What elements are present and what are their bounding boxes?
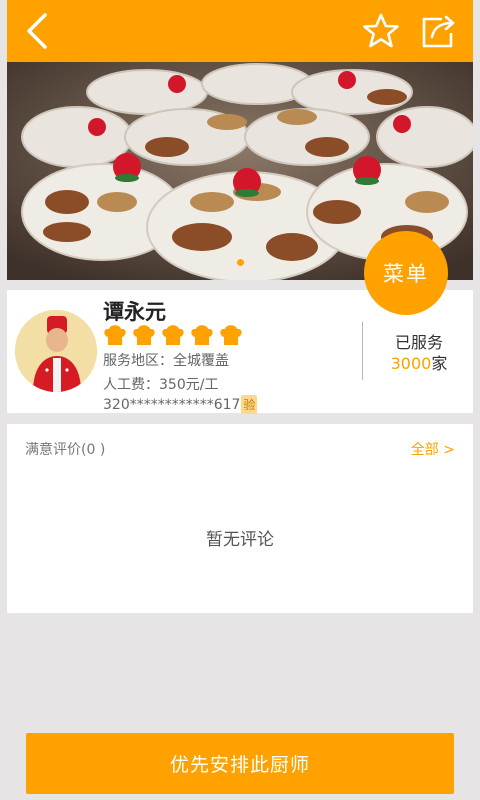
favorite-button[interactable] <box>357 0 405 62</box>
service-area: 服务地区：全城覆盖 <box>103 350 229 370</box>
back-button[interactable] <box>15 0 59 62</box>
chef-hat-icon <box>104 325 126 345</box>
share-icon <box>422 15 455 48</box>
chef-name: 谭永元 <box>103 300 166 324</box>
top-bar <box>7 0 473 62</box>
chef-hat-icon <box>162 325 184 345</box>
star-outline-icon <box>363 13 399 48</box>
chef-avatar[interactable] <box>15 310 97 392</box>
labor-fee-label: 人工费： <box>103 377 159 393</box>
labor-fee: 人工费：350元/工 <box>103 374 218 394</box>
carousel-dot-active <box>236 259 244 266</box>
reviews-header: 满意评价(0 ) 全部 > <box>7 424 473 459</box>
all-reviews-link[interactable]: 全部 > <box>411 439 455 459</box>
share-button[interactable] <box>413 0 465 62</box>
menu-button[interactable]: 菜单 <box>364 231 448 315</box>
verified-badge: 验 <box>241 395 258 414</box>
chef-rating <box>103 324 243 346</box>
divider <box>362 322 363 380</box>
empty-reviews-text: 暂无评论 <box>206 530 274 550</box>
menu-button-label: 菜单 <box>383 262 429 286</box>
id-number: 320************617 验 <box>103 395 258 414</box>
chef-portrait-photo <box>15 310 97 392</box>
chevron-left-icon <box>27 13 47 49</box>
chef-hat-icon <box>191 325 213 345</box>
book-chef-button[interactable]: 优先安排此厨师 <box>26 733 454 794</box>
reviews-title: 满意评价(0 ) <box>25 442 106 458</box>
service-area-label: 服务地区： <box>103 353 173 369</box>
id-number-value: 320************617 <box>103 397 241 413</box>
served-stats: 已服务 3000家 <box>369 332 469 374</box>
served-label: 已服务 <box>394 333 443 352</box>
service-area-value: 全城覆盖 <box>173 353 229 369</box>
labor-fee-value: 350元/工 <box>159 377 219 393</box>
chef-hat-icon <box>133 325 155 345</box>
served-unit: 家 <box>431 354 448 373</box>
chef-hat-icon <box>220 325 242 345</box>
reviews-list: 暂无评论 <box>7 458 473 613</box>
served-count: 3000 <box>390 354 432 373</box>
